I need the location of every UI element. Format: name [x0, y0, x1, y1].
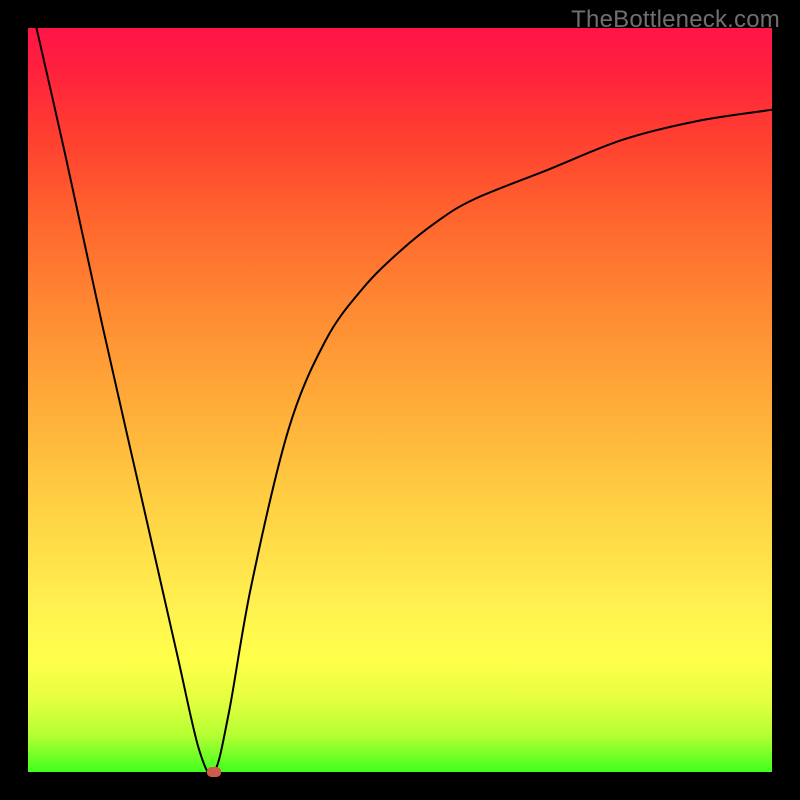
chart-plot-area	[28, 28, 772, 772]
minimum-marker	[207, 767, 221, 777]
bottleneck-curve-path	[28, 28, 772, 772]
bottleneck-curve	[28, 28, 772, 772]
